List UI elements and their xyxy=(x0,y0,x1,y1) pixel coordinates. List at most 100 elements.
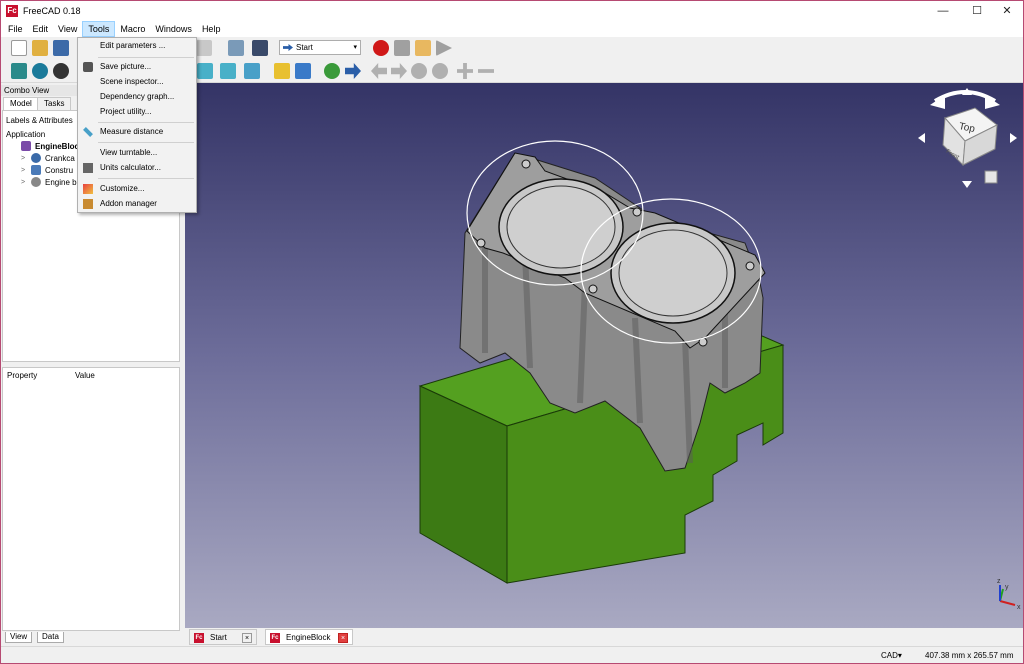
tab-model[interactable]: Model xyxy=(3,97,39,110)
draw-style-icon[interactable] xyxy=(53,63,69,79)
nav-cube-menu-icon[interactable] xyxy=(984,170,998,184)
title-bar: Fc FreeCAD 0.18 — ☐ ✕ xyxy=(1,1,1023,21)
menu-macro[interactable]: Macro xyxy=(115,21,150,37)
tree-item-label: Constru xyxy=(45,166,74,175)
chevron-right-icon[interactable]: > xyxy=(21,178,30,187)
fit-selection-icon[interactable] xyxy=(32,63,48,79)
nav-right-arrow-icon[interactable] xyxy=(1010,133,1017,143)
fit-all-icon[interactable] xyxy=(11,63,27,79)
macros-icon[interactable] xyxy=(415,40,431,56)
new-document-icon[interactable] xyxy=(11,40,27,56)
bolt-hole xyxy=(476,238,486,248)
measure-icon[interactable] xyxy=(244,63,260,79)
3d-viewport[interactable]: Top Front x y z xyxy=(185,83,1023,628)
menu-tools[interactable]: Tools xyxy=(82,21,116,37)
menu-separator xyxy=(98,178,194,179)
record-macro-icon[interactable] xyxy=(373,40,389,56)
calculator-icon xyxy=(83,163,93,173)
web-home-icon[interactable] xyxy=(324,63,340,79)
menu-edit[interactable]: Edit xyxy=(28,21,54,37)
y-axis-label: y xyxy=(1005,584,1009,591)
piston-1 xyxy=(506,185,616,269)
tab-tasks[interactable]: Tasks xyxy=(37,97,72,110)
redo-icon[interactable] xyxy=(196,40,212,56)
arrow-right-icon xyxy=(283,44,293,51)
tab-start-page[interactable]: Fc Start page × xyxy=(189,629,257,657)
reload-icon[interactable] xyxy=(411,63,427,79)
ruler-icon xyxy=(83,127,93,137)
chevron-right-icon[interactable]: > xyxy=(21,166,30,175)
bolt-hole xyxy=(632,207,642,217)
bolt-hole xyxy=(745,261,755,271)
freecad-logo-icon: Fc xyxy=(194,633,204,643)
camera-icon xyxy=(83,62,93,72)
menu-item-measure-distance[interactable]: Measure distance xyxy=(78,125,196,139)
menu-windows[interactable]: Windows xyxy=(150,21,197,37)
document-tabs: Fc Start page × Fc EngineBlock : 1 × xyxy=(185,628,1023,657)
part-icon[interactable] xyxy=(274,63,290,79)
freecad-logo-icon: Fc xyxy=(6,5,18,17)
bolt-hole xyxy=(521,159,531,169)
bolt-hole xyxy=(588,284,598,294)
nav-down-arrow-icon[interactable] xyxy=(962,181,972,188)
view-right-icon[interactable] xyxy=(220,63,236,79)
menu-item-dependency-graph[interactable]: Dependency graph... xyxy=(78,90,196,104)
freecad-window: Fc FreeCAD 0.18 — ☐ ✕ File Edit View Too… xyxy=(0,0,1024,664)
tab-data[interactable]: Data xyxy=(37,632,64,643)
menu-item-units-calculator[interactable]: Units calculator... xyxy=(78,161,196,175)
z-axis-label: z xyxy=(997,578,1001,585)
open-folder-icon[interactable] xyxy=(32,40,48,56)
navigation-style-button[interactable]: CAD▾ xyxy=(881,651,902,660)
menu-item-addon-manager[interactable]: Addon manager xyxy=(78,197,196,211)
nav-rotate-right-icon[interactable] xyxy=(985,95,1000,109)
menu-item-view-turntable[interactable]: View turntable... xyxy=(78,146,196,160)
tools-menu-dropdown: Edit parameters ... Save picture... Scen… xyxy=(77,37,197,213)
maximize-button[interactable]: ☐ xyxy=(961,1,993,21)
menu-item-save-picture[interactable]: Save picture... xyxy=(78,60,196,74)
whats-this-icon[interactable] xyxy=(252,40,268,56)
tab-view[interactable]: View xyxy=(5,632,33,643)
menu-item-scene-inspector[interactable]: Scene inspector... xyxy=(78,75,196,89)
minimize-button[interactable]: — xyxy=(927,1,959,21)
zoom-out-icon[interactable] xyxy=(478,69,494,73)
tree-item-label: Crankca xyxy=(45,154,75,163)
close-tab-icon[interactable]: × xyxy=(338,633,348,643)
menu-view[interactable]: View xyxy=(53,21,82,37)
stop-icon[interactable] xyxy=(432,63,448,79)
body-icon xyxy=(31,153,41,163)
view-dimensions: 407.38 mm x 265.57 mm xyxy=(925,651,1014,660)
status-bar: CAD▾ 407.38 mm x 265.57 mm xyxy=(1,646,1023,663)
property-column-header: Property xyxy=(7,371,38,380)
save-icon[interactable] xyxy=(53,40,69,56)
back-arrow-icon[interactable] xyxy=(371,63,387,79)
menu-file[interactable]: File xyxy=(3,21,28,37)
menu-separator xyxy=(98,122,194,123)
refresh-icon[interactable] xyxy=(228,40,244,56)
nav-left-arrow-icon[interactable] xyxy=(918,133,925,143)
menu-item-edit-parameters[interactable]: Edit parameters ... xyxy=(78,39,196,53)
chevron-right-icon[interactable]: > xyxy=(21,154,30,163)
x-axis-label: x xyxy=(1017,604,1021,611)
web-forward-icon[interactable] xyxy=(345,63,361,79)
menu-help[interactable]: Help xyxy=(197,21,226,37)
menu-item-customize[interactable]: Customize... xyxy=(78,182,196,196)
workbench-selector[interactable]: Start ▾ xyxy=(279,40,361,55)
chevron-down-icon: ▾ xyxy=(353,44,357,51)
workbench-label: Start xyxy=(296,43,313,52)
tab-engineblock[interactable]: Fc EngineBlock : 1 × xyxy=(265,629,353,657)
zoom-in-icon[interactable] xyxy=(457,63,473,79)
view-isometric-icon[interactable] xyxy=(197,63,213,79)
group-folder-icon[interactable] xyxy=(295,63,311,79)
navigation-cube[interactable] xyxy=(918,88,1017,188)
close-button[interactable]: ✕ xyxy=(991,1,1023,21)
menu-separator xyxy=(98,57,194,58)
stop-macro-icon[interactable] xyxy=(394,40,410,56)
close-tab-icon[interactable]: × xyxy=(242,633,252,643)
tree-expander[interactable] xyxy=(11,142,20,151)
forward-arrow-icon[interactable] xyxy=(391,63,407,79)
folder-icon xyxy=(31,165,41,175)
application-label: Application xyxy=(6,130,46,139)
menu-item-project-utility[interactable]: Project utility... xyxy=(78,105,196,119)
nav-rotate-left-icon[interactable] xyxy=(930,95,945,109)
x-axis-line xyxy=(999,600,1016,606)
